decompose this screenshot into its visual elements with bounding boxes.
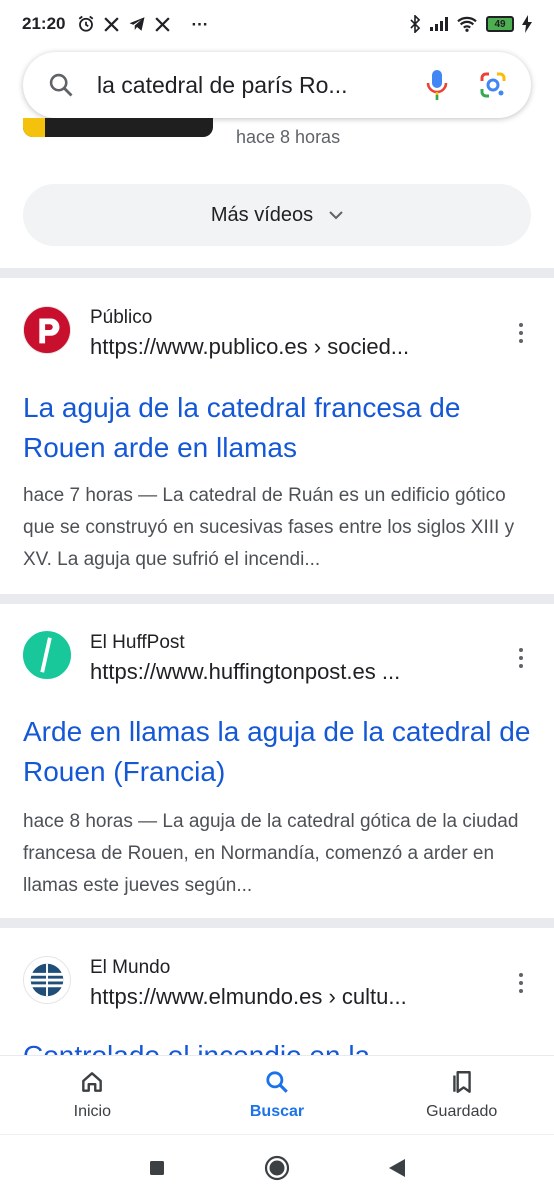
chevron-down-icon bbox=[329, 211, 343, 220]
system-navigation-bar bbox=[0, 1134, 554, 1200]
signal-icon bbox=[430, 17, 448, 31]
nav-search-label: Buscar bbox=[249, 1102, 305, 1120]
status-bar: 21:20 ··· 49 bbox=[0, 0, 554, 48]
result-header[interactable]: El Mundo https://www.elmundo.es › cultu.… bbox=[23, 956, 531, 1014]
battery-icon: 49 bbox=[486, 16, 514, 32]
video-timestamp: hace 8 horas bbox=[236, 127, 341, 147]
search-box[interactable]: la catedral de parís Ro... bbox=[23, 52, 531, 118]
more-options-icon[interactable] bbox=[511, 318, 531, 348]
search-results-page: 21:20 ··· 49 la catedral de parís Ro... bbox=[0, 0, 554, 1200]
search-query[interactable]: la catedral de parís Ro... bbox=[75, 72, 403, 99]
home-icon bbox=[82, 1071, 103, 1092]
lens-button[interactable] bbox=[471, 63, 515, 107]
nav-home-label: Inicio bbox=[73, 1102, 112, 1120]
home-button[interactable] bbox=[217, 1155, 337, 1181]
notification-icons: ··· bbox=[77, 15, 208, 33]
huffpost-logo-icon bbox=[24, 632, 70, 678]
result-site-name: El Mundo bbox=[90, 957, 171, 978]
search-icon bbox=[266, 1070, 288, 1093]
more-videos-label: Más vídeos bbox=[210, 203, 314, 226]
triangle-back-icon bbox=[389, 1158, 405, 1177]
bottom-navigation: Inicio Buscar Guardado bbox=[0, 1055, 554, 1133]
result-snippet: hace 8 horas — La aguja de la catedral g… bbox=[23, 811, 519, 896]
section-divider bbox=[0, 268, 554, 278]
elmundo-logo-icon bbox=[30, 963, 64, 997]
huffpost-favicon bbox=[23, 631, 71, 679]
result-site-name: El HuffPost bbox=[90, 632, 185, 653]
x-icon bbox=[104, 16, 120, 32]
mic-icon bbox=[426, 70, 448, 100]
result-header[interactable]: Público https://www.publico.es › socied.… bbox=[23, 306, 531, 364]
back-button[interactable] bbox=[337, 1158, 457, 1178]
recents-button[interactable] bbox=[97, 1160, 217, 1176]
result-snippet: hace 7 horas — La catedral de Ruán es un… bbox=[23, 485, 515, 570]
nav-home[interactable]: Inicio bbox=[0, 1056, 185, 1133]
status-time: 21:20 bbox=[22, 14, 66, 33]
square-icon bbox=[150, 1160, 164, 1175]
more-videos-button[interactable]: Más vídeos bbox=[23, 184, 531, 246]
search-icon[interactable] bbox=[47, 71, 75, 99]
alarm-icon bbox=[79, 15, 94, 32]
voice-search-button[interactable] bbox=[417, 65, 457, 105]
more-options-icon[interactable] bbox=[511, 643, 531, 673]
nav-saved-label: Guardado bbox=[426, 1102, 498, 1120]
system-icons: 49 bbox=[408, 15, 532, 33]
publico-logo-icon bbox=[24, 307, 70, 353]
section-divider bbox=[0, 594, 554, 604]
more-options-icon[interactable] bbox=[511, 968, 531, 998]
bluetooth-icon bbox=[410, 15, 421, 33]
section-divider bbox=[0, 918, 554, 928]
bookmarks-icon bbox=[452, 1070, 471, 1093]
more-notifications-icon: ··· bbox=[191, 14, 209, 34]
video-thumbnail[interactable] bbox=[23, 118, 213, 137]
result-url: https://www.publico.es › socied... bbox=[90, 334, 410, 359]
charging-icon bbox=[522, 15, 532, 33]
result-title-link[interactable]: La aguja de la catedral francesa de Roue… bbox=[23, 388, 535, 468]
result-url: https://www.huffingtonpost.es ... bbox=[90, 659, 401, 684]
circle-icon bbox=[264, 1155, 290, 1180]
nav-search[interactable]: Buscar bbox=[185, 1056, 370, 1133]
result-site-name: Público bbox=[90, 307, 153, 328]
wifi-icon bbox=[457, 16, 477, 32]
publico-favicon bbox=[23, 306, 71, 354]
x-icon bbox=[155, 16, 171, 32]
elmundo-favicon bbox=[23, 956, 71, 1004]
result-title-link[interactable]: Arde en llamas la aguja de la catedral d… bbox=[23, 712, 535, 792]
telegram-icon bbox=[129, 17, 145, 31]
google-lens-icon bbox=[480, 72, 506, 98]
nav-saved[interactable]: Guardado bbox=[369, 1056, 554, 1133]
result-header[interactable]: El HuffPost https://www.huffingtonpost.e… bbox=[23, 631, 531, 689]
result-url: https://www.elmundo.es › cultu... bbox=[90, 984, 407, 1009]
